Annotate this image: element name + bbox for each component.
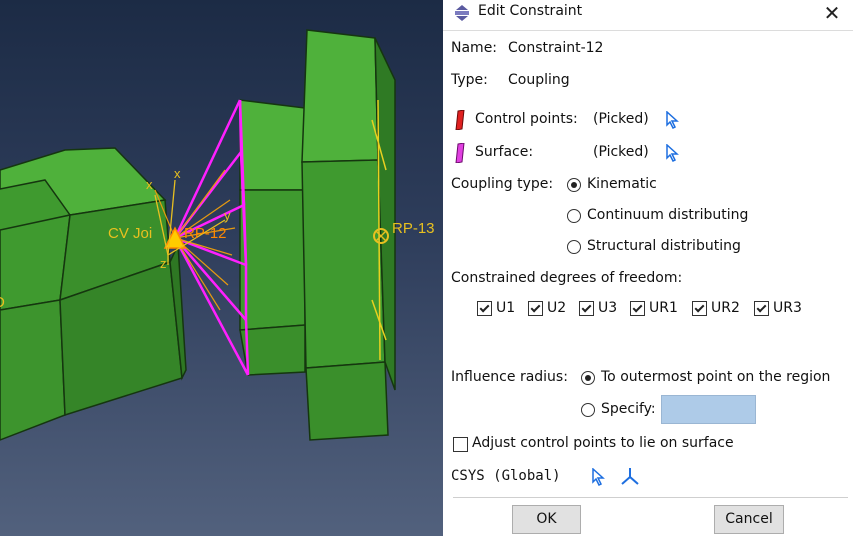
rp12-label: RP-12 <box>184 225 227 242</box>
constraint-icon <box>455 5 469 21</box>
u1-label: U1 <box>496 300 516 316</box>
kinematic-label: Kinematic <box>587 176 657 192</box>
influence-radius-label: Influence radius: <box>451 369 568 385</box>
csys-label: CSYS (Global) <box>451 468 561 484</box>
ok-button[interactable]: OK <box>512 505 581 534</box>
axis-x-label: x <box>146 177 153 192</box>
pick-control-points-cursor-icon[interactable] <box>665 111 681 129</box>
control-points-value: (Picked) <box>593 111 649 127</box>
model-viewport[interactable]: CV Joi RP-12 RP-13 x x y z D <box>0 0 443 536</box>
ur1-label: UR1 <box>649 300 678 316</box>
u3-label: U3 <box>598 300 618 316</box>
axis-z-label: z <box>160 256 167 271</box>
structural-distributing-label: Structural distributing <box>587 238 741 254</box>
dof-label: Constrained degrees of freedom: <box>451 270 683 286</box>
side-label: D <box>0 294 5 311</box>
continuum-distributing-label: Continuum distributing <box>587 207 749 223</box>
surface-icon <box>455 143 465 163</box>
pick-csys-cursor-icon[interactable] <box>591 468 607 486</box>
edit-constraint-dialog: Edit Constraint ✕ Name: Constraint-12 Ty… <box>443 0 853 536</box>
outermost-point-radio[interactable] <box>581 371 595 385</box>
continuum-distributing-radio[interactable] <box>567 209 581 223</box>
name-label: Name: <box>451 40 498 56</box>
dialog-title: Edit Constraint <box>478 3 583 19</box>
u3-checkbox[interactable] <box>579 301 594 316</box>
model-scene <box>0 29 396 441</box>
adjust-control-points-label: Adjust control points to lie on surface <box>472 435 734 451</box>
cancel-button[interactable]: Cancel <box>714 505 784 534</box>
axis-y-label: y <box>224 208 231 223</box>
control-points-icon <box>455 110 465 130</box>
outermost-point-label: To outermost point on the region <box>601 369 831 385</box>
ur3-checkbox[interactable] <box>754 301 769 316</box>
u2-checkbox[interactable] <box>528 301 543 316</box>
middle-block-part <box>239 99 306 376</box>
adjust-control-points-checkbox[interactable] <box>453 437 468 452</box>
kinematic-radio[interactable] <box>567 178 581 192</box>
control-points-label: Control points: <box>475 111 578 127</box>
rp13-label: RP-13 <box>392 220 435 237</box>
pick-surface-cursor-icon[interactable] <box>665 144 681 162</box>
ur2-label: UR2 <box>711 300 740 316</box>
ur3-label: UR3 <box>773 300 802 316</box>
name-value: Constraint-12 <box>508 40 604 56</box>
ur2-checkbox[interactable] <box>692 301 707 316</box>
type-value: Coupling <box>508 72 570 88</box>
csys-triad-icon[interactable] <box>620 466 640 486</box>
surface-value: (Picked) <box>593 144 649 160</box>
structural-distributing-radio[interactable] <box>567 240 581 254</box>
surface-label: Surface: <box>475 144 534 160</box>
cv-joint-label: CV Joi <box>108 225 153 242</box>
specify-radius-field[interactable] <box>661 395 756 424</box>
title-bar[interactable]: Edit Constraint ✕ <box>443 0 853 26</box>
close-button[interactable]: ✕ <box>821 2 843 24</box>
coupling-type-label: Coupling type: <box>451 176 554 192</box>
u2-label: U2 <box>547 300 567 316</box>
button-divider <box>453 497 848 498</box>
u1-checkbox[interactable] <box>477 301 492 316</box>
ur1-checkbox[interactable] <box>630 301 645 316</box>
title-divider <box>443 30 853 31</box>
axis-x2-label: x <box>174 166 181 181</box>
left-shaft-part <box>0 147 187 441</box>
specify-radio[interactable] <box>581 403 595 417</box>
specify-label: Specify: <box>601 401 656 417</box>
type-label: Type: <box>451 72 488 88</box>
